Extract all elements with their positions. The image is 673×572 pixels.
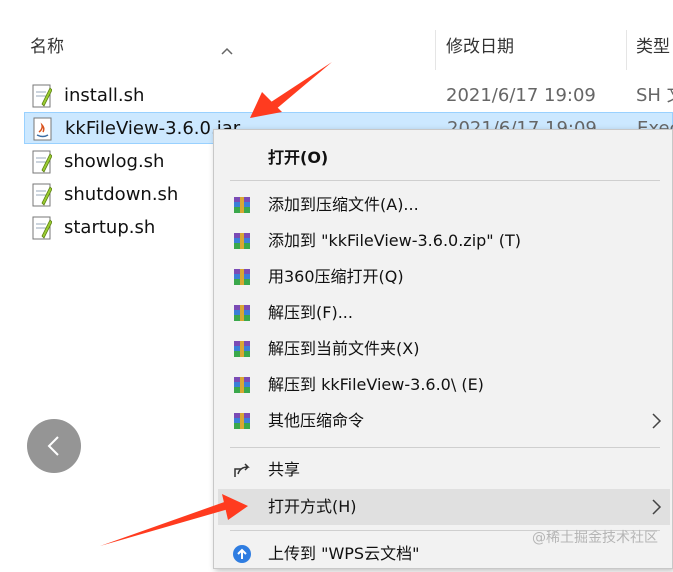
menu-label: 打开方式(H) (268, 497, 357, 516)
winrar-icon (234, 197, 250, 213)
column-header: 名称 修改日期 类型 (0, 24, 673, 70)
menu-item-extract-here[interactable]: 解压到当前文件夹(X) (218, 331, 670, 367)
menu-separator (230, 180, 660, 181)
file-date: 2021/6/17 19:09 (446, 85, 596, 106)
share-icon (234, 463, 250, 477)
winrar-icon (234, 377, 250, 393)
menu-label: 添加到 "kkFileView-3.6.0.zip" (T) (268, 231, 521, 250)
menu-item-add-archive[interactable]: 添加到压缩文件(A)... (218, 187, 670, 223)
menu-item-extract-folder[interactable]: 解压到 kkFileView-3.6.0\ (E) (218, 367, 670, 403)
menu-label: 用360压缩打开(Q) (268, 267, 404, 286)
file-name: showlog.sh (64, 151, 165, 172)
menu-label: 共享 (268, 460, 301, 479)
shell-script-icon (32, 183, 52, 207)
menu-label: 解压到 kkFileView-3.6.0\ (E) (268, 375, 484, 394)
menu-label: 解压到(F)... (268, 303, 353, 322)
menu-separator (230, 447, 660, 448)
menu-label: 解压到当前文件夹(X) (268, 339, 420, 358)
winrar-icon (234, 413, 250, 429)
file-name: shutdown.sh (64, 184, 179, 205)
watermark: @稀土掘金技术社区 (532, 530, 658, 546)
winrar-icon (234, 269, 250, 285)
winrar-icon (234, 233, 250, 249)
column-name[interactable]: 名称 (30, 24, 64, 70)
context-menu: 打开(O) 添加到压缩文件(A)... 添加到 "kkFileView-3.6.… (213, 129, 673, 569)
menu-label: 添加到压缩文件(A)... (268, 195, 419, 214)
back-button[interactable] (27, 419, 81, 473)
menu-item-open-with[interactable]: 打开方式(H) (218, 489, 670, 525)
file-name: startup.sh (64, 217, 156, 238)
chevron-right-icon (652, 413, 662, 429)
menu-item-open-360[interactable]: 用360压缩打开(Q) (218, 259, 670, 295)
column-date[interactable]: 修改日期 (446, 24, 514, 70)
column-divider[interactable] (626, 30, 627, 70)
menu-item-extract-to[interactable]: 解压到(F)... (218, 295, 670, 331)
file-row-install[interactable]: install.sh 2021/6/17 19:09 SH 文 (24, 80, 673, 112)
chevron-right-icon (652, 499, 662, 515)
shell-script-icon (32, 216, 52, 240)
column-divider[interactable] (435, 30, 436, 70)
column-type[interactable]: 类型 (636, 24, 670, 70)
menu-label: 打开(O) (268, 148, 329, 167)
menu-item-other-commands[interactable]: 其他压缩命令 (218, 403, 670, 439)
shell-script-icon (32, 150, 52, 174)
winrar-icon (234, 341, 250, 357)
cloud-upload-icon (233, 545, 251, 563)
menu-item-add-zip[interactable]: 添加到 "kkFileView-3.6.0.zip" (T) (218, 223, 670, 259)
menu-item-open[interactable]: 打开(O) (218, 140, 670, 176)
menu-label: 上传到 "WPS云文档" (268, 544, 420, 563)
sort-up-icon (221, 47, 233, 55)
file-type: SH 文 (636, 85, 673, 106)
file-name: install.sh (64, 85, 145, 106)
menu-label: 其他压缩命令 (268, 411, 365, 430)
chevron-left-icon (47, 436, 59, 456)
jar-file-icon (33, 117, 52, 141)
menu-item-share[interactable]: 共享 (218, 452, 670, 488)
shell-script-icon (32, 84, 52, 108)
winrar-icon (234, 305, 250, 321)
